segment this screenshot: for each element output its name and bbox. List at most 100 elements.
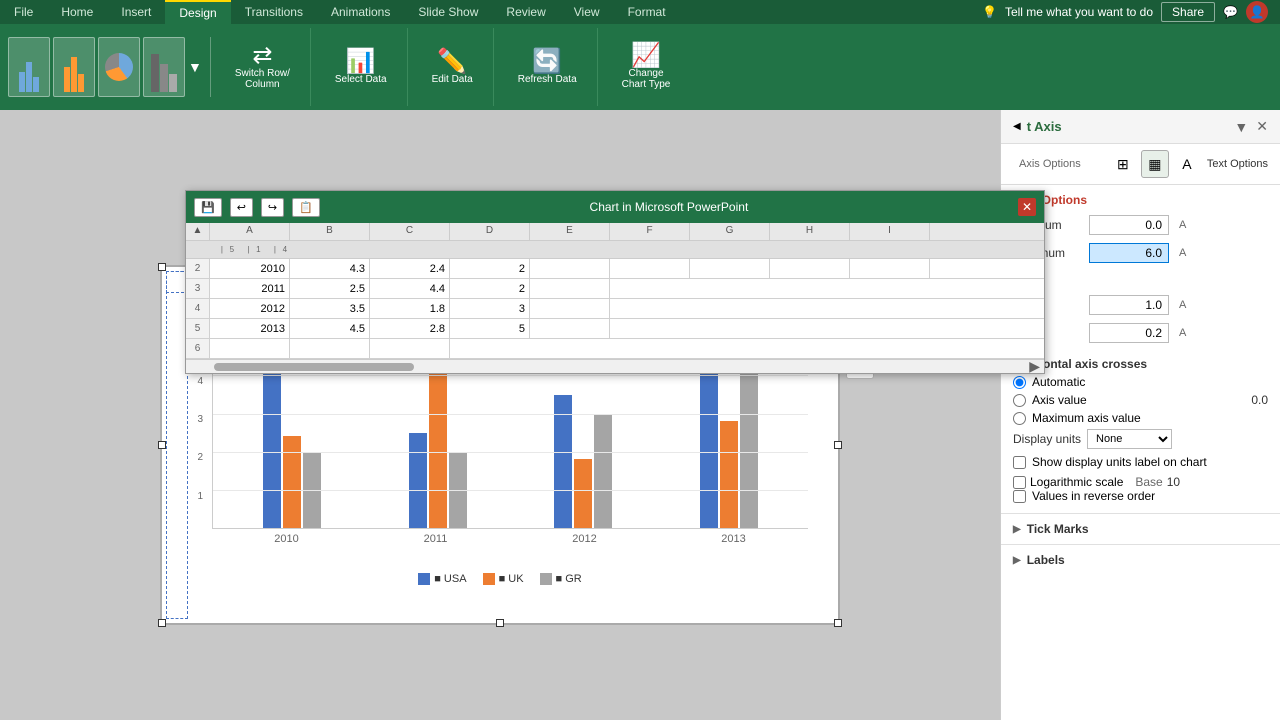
show-display-units-checkbox[interactable] [1013, 456, 1026, 469]
major-auto-link[interactable]: A [1179, 299, 1186, 311]
share-button[interactable]: Share [1161, 2, 1215, 22]
cell-2e[interactable] [530, 259, 610, 278]
radio-axis-value-input[interactable] [1013, 394, 1026, 407]
cell-3e[interactable] [530, 279, 610, 298]
cell-5d[interactable]: 5 [450, 319, 530, 338]
handle-tl[interactable] [158, 263, 166, 271]
minimum-field-row: Minimum A [1013, 215, 1268, 235]
minimum-auto-link[interactable]: A [1179, 219, 1186, 231]
cell-2a[interactable]: 2010 [210, 259, 290, 278]
spreadsheet-container: ▲ A B C D E F G H I | 5 | 1 | 4 2 201 [186, 223, 1044, 373]
display-units-label: Display units [1013, 432, 1081, 446]
major-input[interactable] [1089, 295, 1169, 315]
chart-thumb-1[interactable] [8, 37, 50, 97]
cell-2b[interactable]: 4.3 [290, 259, 370, 278]
major-field-row: Major A [1013, 295, 1268, 315]
minimum-input[interactable] [1089, 215, 1169, 235]
change-chart-icon: 📈 [631, 44, 661, 68]
popup-close-btn[interactable]: ✕ [1018, 198, 1036, 216]
minor-input[interactable] [1089, 323, 1169, 343]
tab-design[interactable]: Design [165, 0, 230, 24]
refresh-data-button[interactable]: 🔄 Refresh Data [510, 46, 585, 89]
tab-slideshow[interactable]: Slide Show [404, 0, 492, 24]
cell-3b[interactable]: 2.5 [290, 279, 370, 298]
cell-5c[interactable]: 2.8 [370, 319, 450, 338]
chart-thumb-2[interactable] [53, 37, 95, 97]
tell-me-icon: 💡 [982, 5, 997, 19]
cell-5a[interactable]: 2013 [210, 319, 290, 338]
chart-thumb-4[interactable] [143, 37, 185, 97]
cell-4a[interactable]: 2012 [210, 299, 290, 318]
popup-redo-btn[interactable]: ↪ [261, 198, 284, 217]
cell-2i[interactable] [850, 259, 930, 278]
cell-3c[interactable]: 4.4 [370, 279, 450, 298]
cell-4e[interactable] [530, 299, 610, 318]
show-display-units-row: Show display units label on chart [1013, 455, 1268, 469]
maximum-auto-link[interactable]: A [1179, 247, 1186, 259]
tell-me-text[interactable]: Tell me what you want to do [1005, 5, 1153, 19]
x-axis: 2010 2011 2012 2013 [212, 533, 808, 545]
cell-5b[interactable]: 4.5 [290, 319, 370, 338]
ribbon-group-refresh: 🔄 Refresh Data [498, 28, 598, 106]
handle-bl[interactable] [158, 619, 166, 627]
cell-2h[interactable] [770, 259, 850, 278]
cell-6a[interactable] [210, 339, 290, 358]
tab-animations[interactable]: Animations [317, 0, 404, 24]
tick-marks-header[interactable]: ▶ Tick Marks [1001, 514, 1280, 544]
legend-gr-label: ■ GR [556, 573, 582, 585]
values-reverse-checkbox[interactable] [1013, 490, 1026, 503]
comments-icon[interactable]: 💬 [1223, 5, 1238, 19]
legend-uk: ■ UK [483, 573, 524, 585]
panel-dropdown-icon[interactable]: ▼ [1234, 119, 1248, 135]
cell-2c[interactable]: 2.4 [370, 259, 450, 278]
select-data-button[interactable]: 📊 Select Data [327, 46, 395, 89]
change-chart-type-button[interactable]: 📈 ChangeChart Type [614, 40, 679, 94]
display-units-row: Display units None Hundreds Thousands Mi… [1013, 429, 1268, 449]
panel-tab-text-icon[interactable]: A [1173, 150, 1201, 178]
tab-insert[interactable]: Insert [107, 0, 165, 24]
radio-max-axis-input[interactable] [1013, 412, 1026, 425]
cell-5e[interactable] [530, 319, 610, 338]
cell-3a[interactable]: 2011 [210, 279, 290, 298]
popup-save-btn[interactable]: 💾 [194, 198, 222, 217]
popup-undo-btn[interactable]: ↩ [230, 198, 253, 217]
switch-row-col-button[interactable]: ⇄ Switch Row/Column [227, 40, 298, 94]
popup-table-btn[interactable]: 📋 [292, 198, 320, 217]
minor-field-row: Minor A [1013, 323, 1268, 343]
radio-automatic-input[interactable] [1013, 376, 1026, 389]
cell-3d[interactable]: 2 [450, 279, 530, 298]
panel-expand-icon[interactable]: ◀ [1013, 121, 1021, 132]
cell-4d[interactable]: 3 [450, 299, 530, 318]
cell-6b[interactable] [290, 339, 370, 358]
edit-data-button[interactable]: ✏️ Edit Data [424, 46, 481, 89]
cell-2g[interactable] [690, 259, 770, 278]
logarithmic-scale-checkbox[interactable] [1013, 476, 1026, 489]
chart-scroll-down[interactable]: ▼ [188, 59, 202, 75]
minor-auto-link[interactable]: A [1179, 327, 1186, 339]
panel-axis-options-tab[interactable]: Axis Options [1013, 154, 1087, 174]
display-units-select[interactable]: None Hundreds Thousands Millions [1087, 429, 1172, 449]
cell-2f[interactable] [610, 259, 690, 278]
labels-label: Labels [1027, 553, 1065, 567]
chart-thumb-3[interactable] [98, 37, 140, 97]
tab-transitions[interactable]: Transitions [231, 0, 317, 24]
panel-options-tabs: Axis Options ⊞ ▦ A Text Options [1001, 144, 1280, 185]
tab-view[interactable]: View [560, 0, 614, 24]
tab-file[interactable]: File [0, 0, 47, 24]
handle-bc[interactable] [496, 619, 504, 627]
ribbon-tab-bar: File Home Insert Design Transitions Anim… [0, 0, 1280, 24]
cell-4c[interactable]: 1.8 [370, 299, 450, 318]
tab-format[interactable]: Format [614, 0, 680, 24]
legend-usa-label: ■ USA [434, 573, 466, 585]
panel-tab-funnel[interactable]: ⊞ [1109, 150, 1137, 178]
maximum-input[interactable] [1089, 243, 1169, 263]
cell-4b[interactable]: 3.5 [290, 299, 370, 318]
panel-close-btn[interactable]: ✕ [1256, 118, 1268, 135]
tab-home[interactable]: Home [47, 0, 107, 24]
labels-header[interactable]: ▶ Labels [1001, 545, 1280, 575]
panel-tab-bar-icon[interactable]: ▦ [1141, 150, 1169, 178]
cell-2d[interactable]: 2 [450, 259, 530, 278]
tab-review[interactable]: Review [492, 0, 559, 24]
cell-6c[interactable] [370, 339, 450, 358]
handle-br[interactable] [834, 619, 842, 627]
